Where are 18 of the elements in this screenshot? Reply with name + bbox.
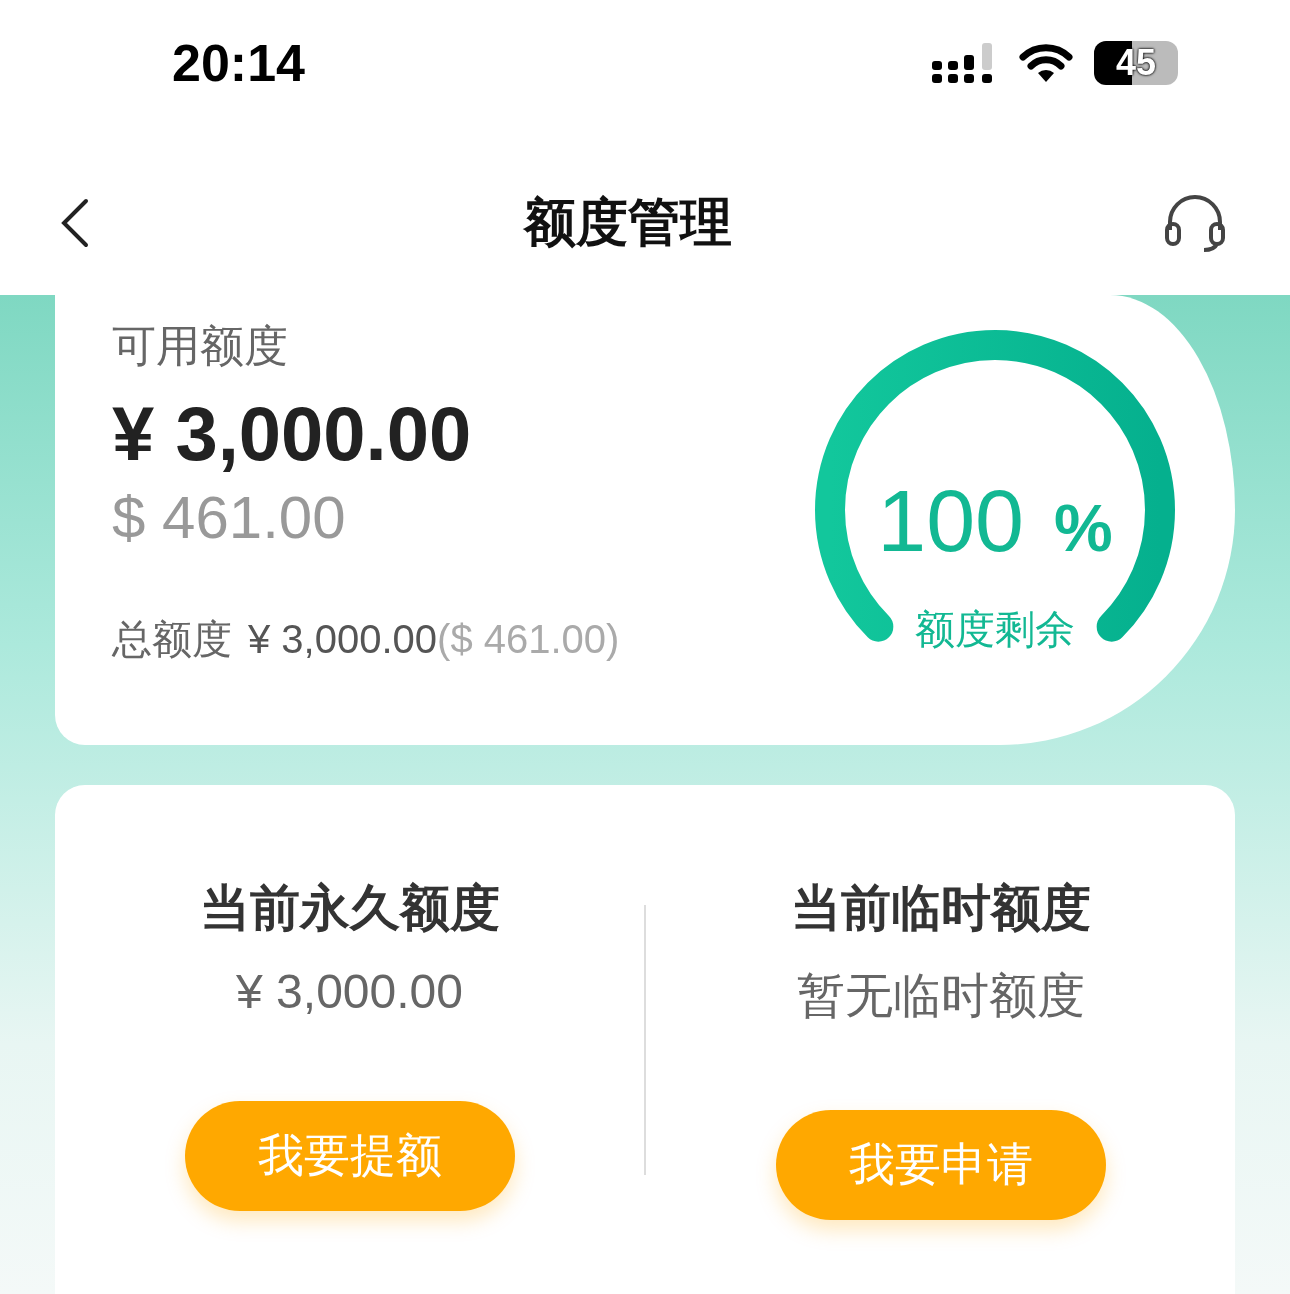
total-label: 总额度	[112, 616, 232, 663]
page-title: 额度管理	[524, 191, 732, 253]
gauge-value: 100	[877, 470, 1025, 572]
available-amount: ¥ 3,000.00	[112, 390, 473, 477]
wifi-icon	[1018, 42, 1074, 84]
status-time: 20:14	[172, 33, 305, 93]
gauge-caption: 额度剩余	[914, 606, 1076, 653]
available-usd-amount: $ 461.00	[112, 483, 347, 552]
available-label: 可用额度	[112, 320, 289, 372]
limit-action-button[interactable]: 我要申请	[775, 1110, 1106, 1220]
total-amount: ¥ 3,000.00	[248, 617, 438, 662]
total-usd-amount: ($ 461.00)	[437, 617, 620, 662]
limit-value: 暂无临时额度	[796, 968, 1085, 1024]
limit-action-button[interactable]: 我要提额	[184, 1101, 515, 1211]
gauge-unit: %	[1054, 490, 1113, 566]
limit-title: 当前临时额度	[790, 879, 1091, 938]
limit-value: ¥ 3,000.00	[236, 964, 463, 1019]
limit-title: 当前永久额度	[199, 879, 500, 938]
